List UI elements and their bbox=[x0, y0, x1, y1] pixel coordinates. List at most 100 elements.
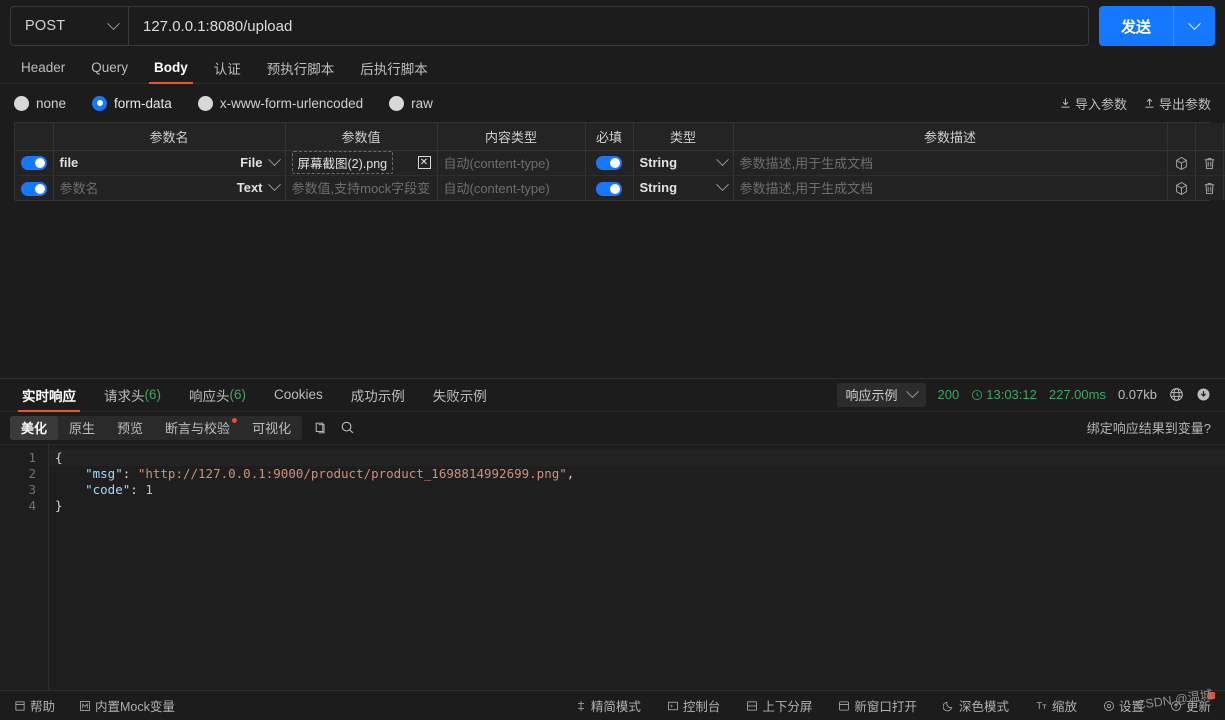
content-type-value: 自动(content-type) bbox=[443, 181, 550, 197]
statusbar-zoom[interactable]: 缩放 bbox=[1035, 696, 1077, 715]
import-params-button[interactable]: 导入参数 bbox=[1059, 94, 1127, 113]
tab-cookies[interactable]: Cookies bbox=[260, 379, 337, 411]
line-number: 2 bbox=[28, 465, 36, 481]
row-delete-cell[interactable] bbox=[1195, 150, 1224, 176]
row-delete-cell[interactable] bbox=[1195, 175, 1224, 200]
send-options-button[interactable] bbox=[1173, 6, 1215, 46]
param-value-type-select[interactable]: File bbox=[240, 153, 281, 170]
remove-file-icon[interactable]: ✕ bbox=[417, 156, 431, 169]
http-method-label: POST bbox=[25, 18, 66, 34]
file-chip[interactable]: 屏幕截图(2).png bbox=[291, 151, 394, 174]
globe-icon[interactable] bbox=[1169, 387, 1184, 402]
request-section-tabs: Header Query Body 认证 预执行脚本 后执行脚本 bbox=[0, 52, 1225, 84]
download-icon[interactable] bbox=[1196, 387, 1211, 402]
col-required: 必填 bbox=[585, 123, 634, 151]
param-value-type-select[interactable]: Text bbox=[237, 178, 281, 195]
statusbar-console[interactable]: 控制台 bbox=[667, 696, 720, 715]
tab-body[interactable]: Body bbox=[141, 52, 201, 84]
row-description-cell[interactable]: 参数描述,用于生成文档 bbox=[733, 150, 1168, 176]
param-name-input[interactable]: file bbox=[60, 155, 79, 170]
statusbar-new-window[interactable]: 新窗口打开 bbox=[838, 696, 917, 715]
row-mock-cell[interactable] bbox=[1167, 175, 1196, 200]
response-example-label: 响应示例 bbox=[845, 388, 898, 403]
statusbar-split-view[interactable]: 上下分屏 bbox=[746, 696, 812, 715]
row-value-cell[interactable]: 参数值,支持mock字段变 bbox=[285, 175, 438, 200]
body-type-urlencoded[interactable]: x-www-form-urlencoded bbox=[197, 95, 363, 111]
response-view-segments: 美化 原生 预览 断言与校验 可视化 bbox=[10, 415, 303, 440]
response-size: 0.07kb bbox=[1117, 387, 1157, 402]
trash-icon bbox=[1204, 157, 1214, 169]
http-method-select[interactable]: POST bbox=[11, 7, 129, 45]
import-params-label: 导入参数 bbox=[1074, 96, 1127, 112]
cube-icon bbox=[1175, 181, 1187, 195]
moon-icon bbox=[942, 700, 955, 712]
seg-raw[interactable]: 原生 bbox=[58, 416, 106, 440]
tab-success-example[interactable]: 成功示例 bbox=[337, 379, 419, 411]
statusbar-settings[interactable]: 设置 bbox=[1103, 696, 1144, 715]
url-input[interactable] bbox=[129, 7, 1088, 45]
seg-assertion[interactable]: 断言与校验 bbox=[154, 416, 241, 440]
tab-request-headers[interactable]: 请求头 (6) bbox=[90, 379, 175, 411]
code-line: { bbox=[49, 449, 1225, 466]
tab-header[interactable]: Header bbox=[8, 52, 78, 83]
tab-auth[interactable]: 认证 bbox=[201, 52, 254, 83]
row-required-cell bbox=[585, 150, 634, 176]
seg-beautify[interactable]: 美化 bbox=[10, 415, 59, 440]
param-name-input[interactable]: 参数名 bbox=[60, 178, 99, 197]
tab-failure-example[interactable]: 失败示例 bbox=[419, 379, 501, 411]
table-header-row: 参数名 参数值 内容类型 必填 类型 参数描述 bbox=[15, 123, 1225, 151]
tab-realtime-response[interactable]: 实时响应 bbox=[8, 379, 90, 412]
bind-response-to-variable-link[interactable]: 绑定响应结果到变量? bbox=[1087, 418, 1215, 437]
row-mock-cell[interactable] bbox=[1167, 150, 1196, 176]
code-content[interactable]: { "msg": "http://127.0.0.1:9000/product/… bbox=[48, 444, 1225, 690]
chevron-down-icon bbox=[267, 178, 281, 192]
row-name-cell[interactable]: 参数名 Text bbox=[53, 175, 286, 200]
notification-dot bbox=[232, 417, 238, 423]
body-type-label: none bbox=[36, 95, 67, 111]
statusbar-update[interactable]: 更新 bbox=[1170, 692, 1215, 715]
radio-icon bbox=[14, 95, 29, 111]
statusbar-dark-mode[interactable]: 深色模式 bbox=[942, 696, 1009, 715]
window-icon bbox=[838, 700, 850, 712]
response-example-select[interactable]: 响应示例 bbox=[836, 382, 926, 407]
tab-prescript[interactable]: 预执行脚本 bbox=[254, 52, 348, 83]
import-icon bbox=[1059, 97, 1072, 110]
send-button[interactable]: 发送 bbox=[1098, 6, 1173, 46]
export-params-button[interactable]: 导出参数 bbox=[1143, 94, 1211, 113]
chevron-down-icon bbox=[715, 153, 729, 167]
body-type-raw[interactable]: raw bbox=[389, 95, 433, 111]
content-type-value: 自动(content-type) bbox=[443, 156, 550, 171]
search-icon[interactable] bbox=[340, 420, 355, 435]
row-enable-toggle[interactable] bbox=[21, 181, 47, 196]
statusbar-compact-mode[interactable]: 精简模式 bbox=[575, 696, 641, 715]
radio-icon bbox=[197, 95, 213, 111]
row-type-cell[interactable]: String bbox=[633, 150, 734, 176]
tab-label: 后执行脚本 bbox=[360, 61, 428, 77]
row-enable-toggle[interactable] bbox=[21, 156, 47, 171]
row-content-type-cell[interactable]: 自动(content-type) bbox=[437, 175, 586, 200]
seg-preview[interactable]: 预览 bbox=[106, 416, 154, 440]
row-content-type-cell[interactable]: 自动(content-type) bbox=[437, 150, 586, 176]
row-required-toggle[interactable] bbox=[596, 181, 622, 196]
seg-visualize[interactable]: 可视化 bbox=[241, 416, 302, 440]
response-code-viewer: 1 2 3 4 { "msg": "http://127.0.0.1:9000/… bbox=[0, 443, 1225, 690]
statusbar-label: 帮助 bbox=[30, 700, 56, 714]
tab-query[interactable]: Query bbox=[78, 52, 141, 83]
body-type-none[interactable]: none bbox=[14, 95, 67, 111]
tab-count: (6) bbox=[229, 387, 247, 402]
copy-icon[interactable] bbox=[314, 421, 328, 435]
statusbar-help[interactable]: 帮助 bbox=[14, 696, 55, 715]
tab-response-headers[interactable]: 响应头 (6) bbox=[175, 379, 260, 411]
row-value-cell[interactable]: 屏幕截图(2).png ✕ bbox=[285, 150, 438, 176]
statusbar-label: 更新 bbox=[1185, 700, 1211, 714]
tab-postscript[interactable]: 后执行脚本 bbox=[347, 52, 441, 83]
param-description-placeholder: 参数描述,用于生成文档 bbox=[739, 181, 874, 197]
row-required-toggle[interactable] bbox=[596, 156, 622, 171]
row-description-cell[interactable]: 参数描述,用于生成文档 bbox=[733, 175, 1168, 200]
code-line-numbers: 1 2 3 4 bbox=[0, 444, 48, 690]
statusbar-mock-variables[interactable]: 内置Mock变量 bbox=[79, 696, 175, 715]
body-type-label: form-data bbox=[114, 95, 172, 111]
row-name-cell[interactable]: file File bbox=[53, 150, 286, 176]
body-type-form-data[interactable]: form-data bbox=[92, 95, 172, 111]
row-type-cell[interactable]: String bbox=[633, 175, 734, 200]
